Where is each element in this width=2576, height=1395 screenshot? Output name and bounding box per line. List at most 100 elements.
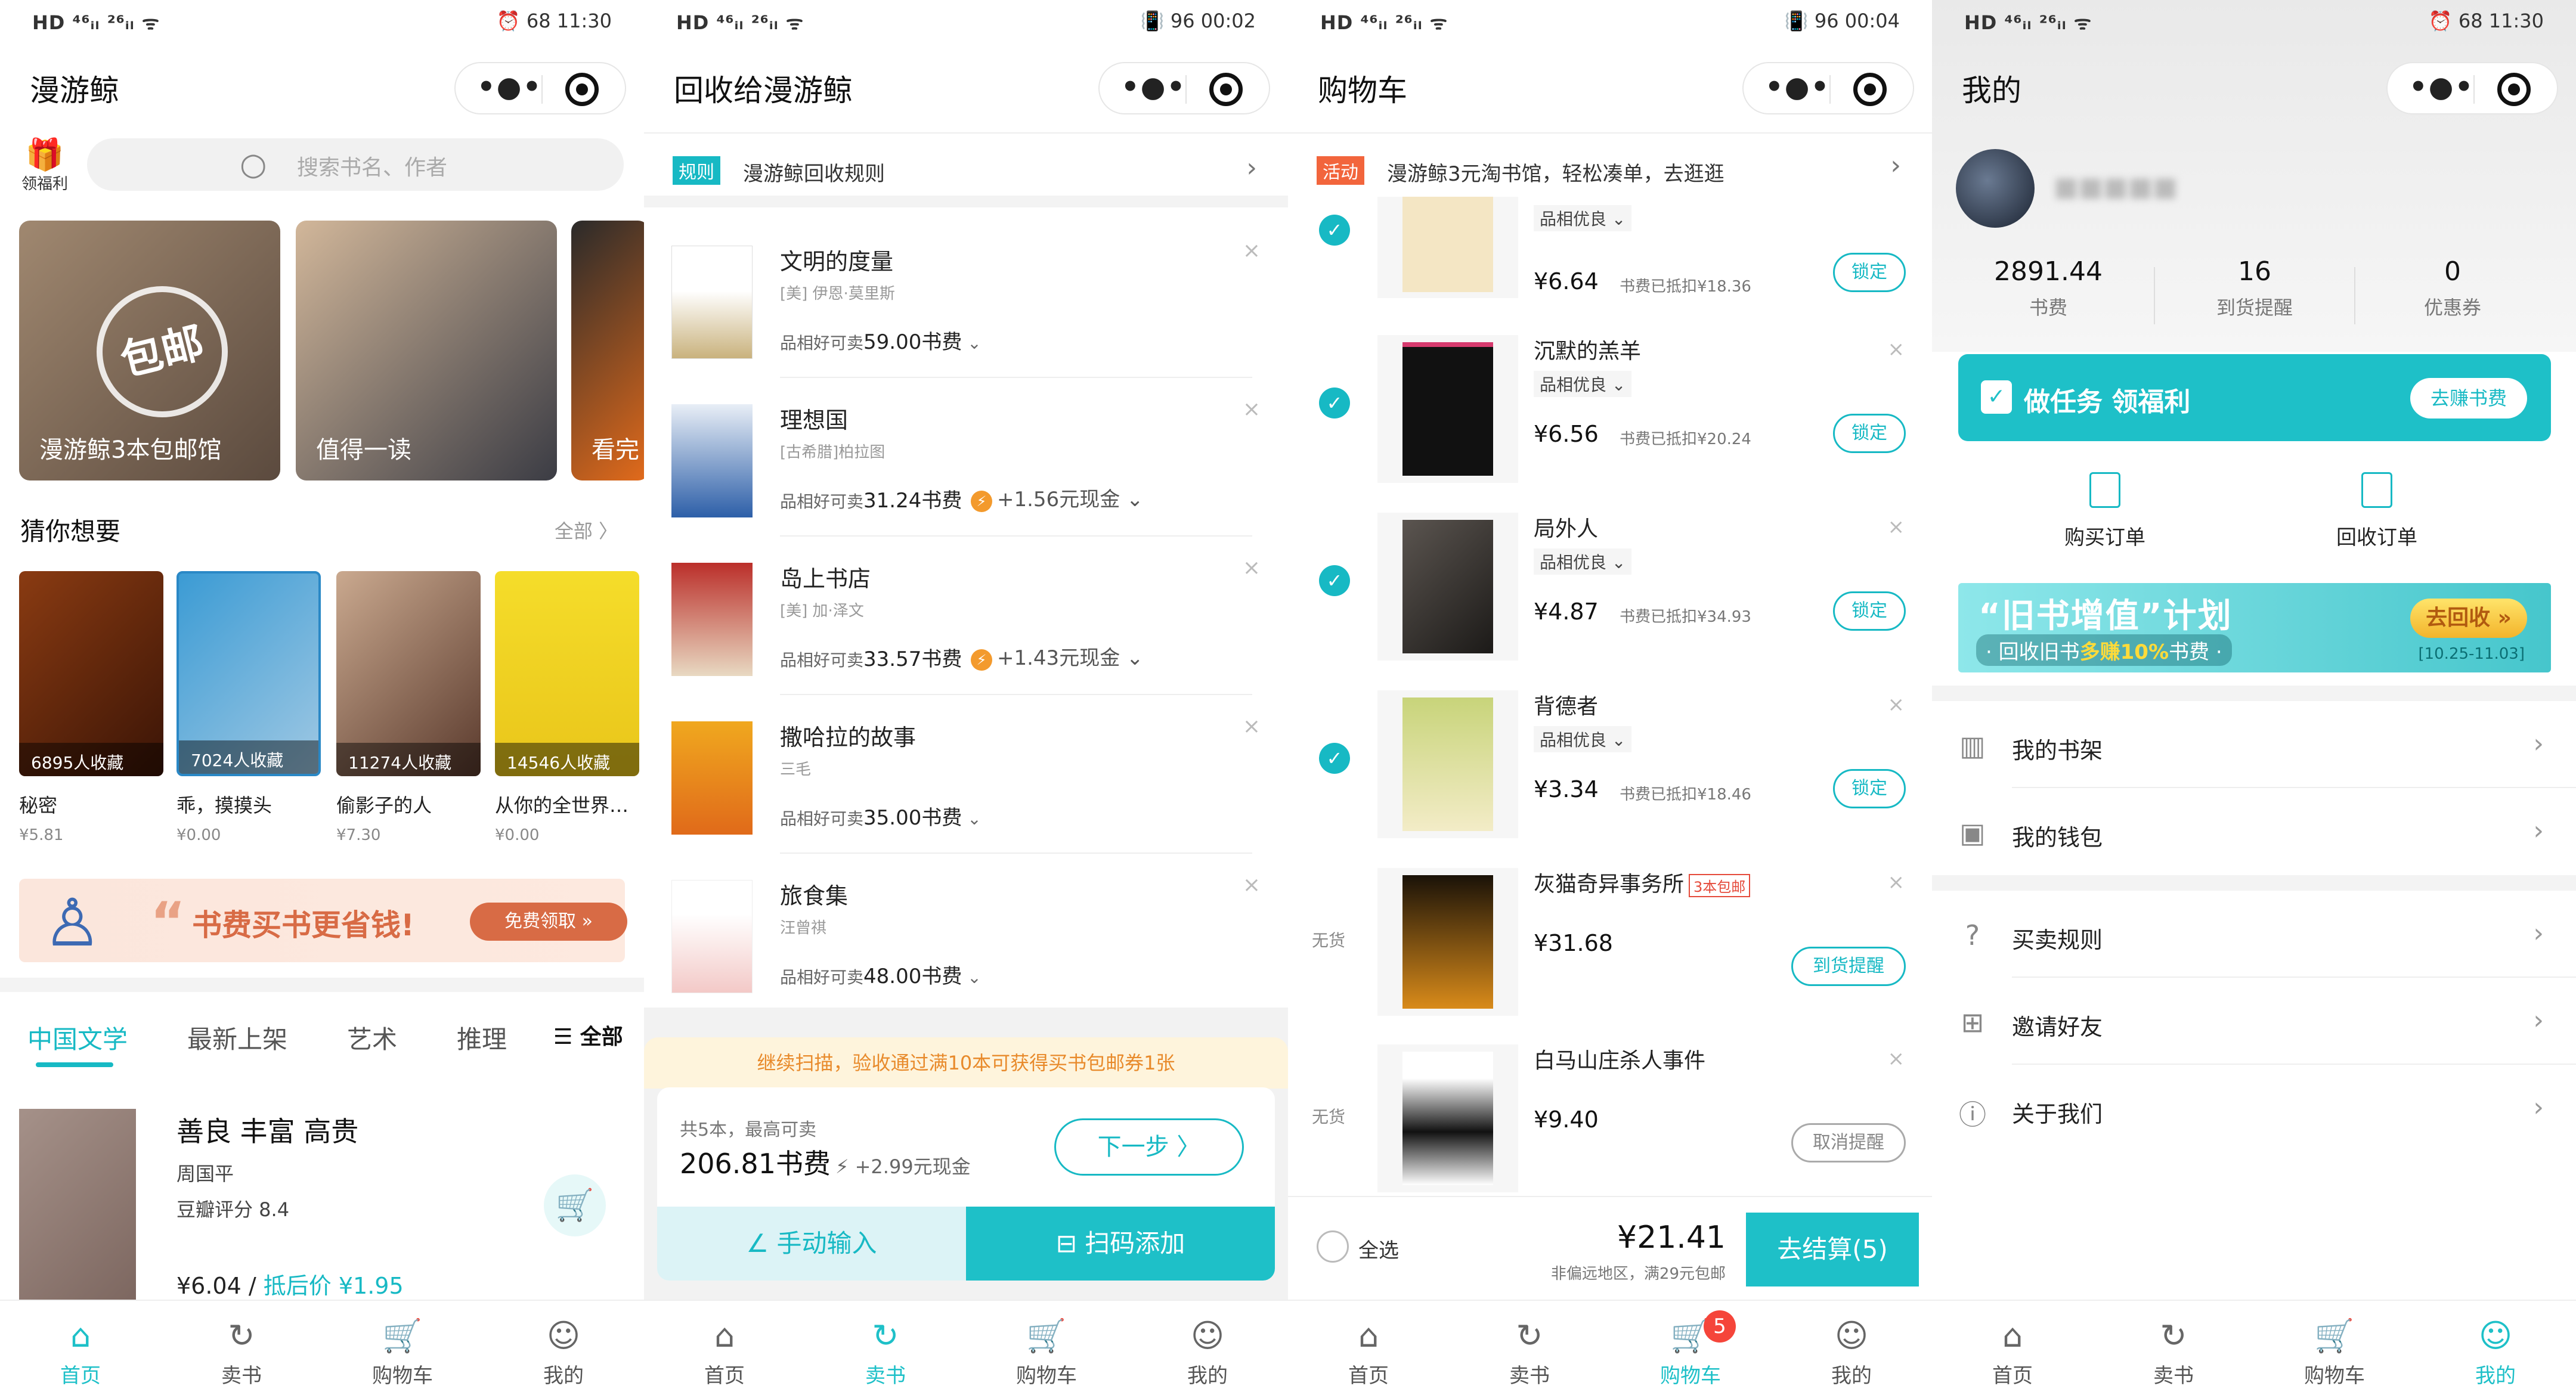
book-card[interactable]: 11274人收藏 偷影子的人 ¥7.30 bbox=[336, 571, 481, 844]
add-to-cart-button[interactable]: 🛒 bbox=[544, 1174, 606, 1236]
more-button[interactable]: •●• bbox=[477, 70, 542, 104]
more-button[interactable]: •●• bbox=[1121, 70, 1186, 104]
tab-cart[interactable]: 🛒 5 购物车 bbox=[1610, 1301, 1771, 1395]
cart-item[interactable]: 无货 白马山庄杀人事件 ¥9.40 取消提醒 × bbox=[1288, 1035, 1932, 1211]
arrival-reminder-button[interactable]: 到货提醒 bbox=[1791, 947, 1906, 986]
tab-home[interactable]: ⌂ 首页 bbox=[644, 1301, 805, 1395]
promo-banner[interactable]: ♙ “ 书费买书更省钱! 免费领取 » bbox=[19, 879, 627, 962]
close-button[interactable] bbox=[565, 73, 599, 106]
tab-home[interactable]: ⌂ 首页 bbox=[1288, 1301, 1449, 1395]
tab-home[interactable]: ⌂ 首页 bbox=[1932, 1301, 2093, 1395]
more-button[interactable]: •●• bbox=[1765, 70, 1830, 104]
rules-bar[interactable]: 规则 漫游鲸回收规则 › bbox=[644, 132, 1288, 207]
book-card[interactable]: 14546人收藏 从你的全世界… ¥0.00 bbox=[495, 571, 639, 844]
avatar[interactable] bbox=[1956, 149, 2035, 228]
condition-select[interactable]: 品相优良 ⌄ bbox=[1534, 548, 1632, 575]
check-icon[interactable]: ✓ bbox=[1319, 743, 1350, 774]
recycle-item[interactable]: 旅食集 汪曾祺 品相好可卖48.00书费 ⌄ × bbox=[644, 854, 1288, 1012]
close-button[interactable] bbox=[1853, 73, 1887, 106]
remove-icon[interactable]: × bbox=[1243, 873, 1261, 897]
menu-wallet[interactable]: ▣ 我的钱包 › bbox=[1932, 788, 2576, 875]
menu-invite-friends[interactable]: ⊞ 邀请好友 › bbox=[1932, 978, 2576, 1065]
stat-book-fee[interactable]: 2891.44 书费 bbox=[1950, 256, 2147, 320]
banner-worth-reading[interactable]: 值得一读 bbox=[296, 221, 557, 480]
scan-add-button[interactable]: ⊟ 扫码添加 bbox=[966, 1207, 1275, 1281]
stat-arrival-reminders[interactable]: 16 到货提醒 bbox=[2156, 256, 2353, 320]
check-icon[interactable]: ✓ bbox=[1319, 565, 1350, 596]
select-all-radio[interactable] bbox=[1317, 1230, 1349, 1263]
book-card[interactable]: 6895人收藏 秘密 ¥5.81 bbox=[19, 571, 163, 844]
lock-button[interactable]: 锁定 bbox=[1833, 591, 1906, 631]
cart-item[interactable]: ✓ 背德者 品相优良 ⌄ ¥3.34 书费已抵扣¥18.46 锁定 × bbox=[1288, 681, 1932, 857]
search-input[interactable]: ○ 搜索书名、作者 bbox=[87, 138, 624, 191]
cart-item[interactable]: 无货 灰猫奇异事务所 3本包邮 ¥31.68 到货提醒 × bbox=[1288, 858, 1932, 1035]
tab-cart[interactable]: 🛒 购物车 bbox=[322, 1301, 483, 1395]
tab-sell[interactable]: ↻ 卖书 bbox=[161, 1301, 322, 1395]
recycle-orders[interactable]: 回收订单 bbox=[2299, 472, 2454, 550]
remove-icon[interactable]: × bbox=[1888, 337, 1905, 361]
tab-cart[interactable]: 🛒 购物车 bbox=[2254, 1301, 2415, 1395]
go-recycle-button[interactable]: 去回收 » bbox=[2410, 599, 2527, 638]
tab-home[interactable]: ⌂ 首页 bbox=[0, 1301, 161, 1395]
remove-icon[interactable]: × bbox=[1888, 515, 1905, 539]
lock-button[interactable]: 锁定 bbox=[1833, 414, 1906, 453]
condition-select[interactable]: 品相优良 ⌄ bbox=[1534, 371, 1632, 397]
tab-sell[interactable]: ↻ 卖书 bbox=[1449, 1301, 1610, 1395]
remove-icon[interactable]: × bbox=[1243, 714, 1261, 739]
tab-sell[interactable]: ↻ 卖书 bbox=[2093, 1301, 2254, 1395]
close-button[interactable] bbox=[2497, 73, 2531, 106]
condition-select[interactable]: 品相优良 ⌄ bbox=[1534, 205, 1632, 231]
remove-icon[interactable]: × bbox=[1243, 556, 1261, 580]
tab-me[interactable]: ☺ 我的 bbox=[483, 1301, 644, 1395]
remove-icon[interactable]: × bbox=[1888, 870, 1905, 894]
featured-book-cover[interactable] bbox=[19, 1109, 136, 1300]
earn-fee-button[interactable]: 去赚书费 bbox=[2410, 378, 2527, 418]
tab-me[interactable]: ☺ 我的 bbox=[1127, 1301, 1288, 1395]
recycle-item[interactable]: 理想国 [古希腊]柏拉图 品相好可卖31.24书费 ⚡ +1.56元现金 ⌄ × bbox=[644, 378, 1288, 537]
close-button[interactable] bbox=[1209, 73, 1243, 106]
featured-book-title[interactable]: 善良 丰富 高贵 bbox=[177, 1110, 358, 1149]
section-all-link[interactable]: 全部 〉 bbox=[555, 516, 618, 544]
promo-claim-button[interactable]: 免费领取 » bbox=[470, 903, 627, 941]
select-all-label[interactable]: 全选 bbox=[1358, 1234, 1399, 1263]
old-book-plan-banner[interactable]: “旧书增值”计划 · 回收旧书多赚10%书费 · 去回收 » [10.25-11… bbox=[1958, 583, 2551, 672]
remove-icon[interactable]: × bbox=[1243, 397, 1261, 421]
check-icon[interactable]: ✓ bbox=[1319, 215, 1350, 246]
recycle-item[interactable]: 撒哈拉的故事 三毛 品相好可卖35.00书费 ⌄ × bbox=[644, 695, 1288, 854]
check-icon[interactable]: ✓ bbox=[1319, 388, 1350, 418]
activity-bar[interactable]: 活动 漫游鲸3元淘书馆，轻松凑单，去逛逛 › bbox=[1288, 132, 1932, 196]
remove-icon[interactable]: × bbox=[1888, 1047, 1905, 1071]
all-categories-button[interactable]: ☰ 全部 bbox=[553, 1019, 623, 1050]
tab-art[interactable]: 艺术 bbox=[347, 1019, 397, 1056]
cart-item[interactable]: ✓ 沉默的羔羊 品相优良 ⌄ ¥6.56 书费已抵扣¥20.24 锁定 × bbox=[1288, 326, 1932, 502]
book-card[interactable]: 7024人收藏 乖，摸摸头 ¥0.00 bbox=[177, 571, 321, 844]
menu-bookshelf[interactable]: ▥ 我的书架 › bbox=[1932, 701, 2576, 788]
condition-select[interactable]: 品相优良 ⌄ bbox=[1534, 726, 1632, 752]
tab-me[interactable]: ☺ 我的 bbox=[1771, 1301, 1932, 1395]
banner-third[interactable]: 看完 bbox=[571, 221, 644, 480]
tab-chinese-literature[interactable]: 中国文学 bbox=[27, 1019, 128, 1056]
gift-button[interactable]: 🎁 领福利 bbox=[18, 138, 72, 194]
cancel-reminder-button[interactable]: 取消提醒 bbox=[1791, 1123, 1906, 1162]
manual-input-button[interactable]: ∠ 手动输入 bbox=[657, 1207, 966, 1281]
lock-button[interactable]: 锁定 bbox=[1833, 253, 1906, 292]
remove-icon[interactable]: × bbox=[1243, 238, 1261, 263]
task-banner[interactable]: ✓ 做任务 领福利 去赚书费 bbox=[1958, 354, 2551, 441]
menu-about-us[interactable]: ⓘ 关于我们 › bbox=[1932, 1065, 2576, 1152]
tab-sell[interactable]: ↻ 卖书 bbox=[805, 1301, 966, 1395]
tab-me[interactable]: ☺ 我的 bbox=[2415, 1301, 2576, 1395]
checkout-button[interactable]: 去结算(5) bbox=[1746, 1213, 1919, 1286]
cart-item[interactable]: ✓ 局外人 品相优良 ⌄ ¥4.87 书费已抵扣¥34.93 锁定 × bbox=[1288, 503, 1932, 680]
more-button[interactable]: •●• bbox=[2409, 70, 2474, 104]
remove-icon[interactable]: × bbox=[1888, 693, 1905, 717]
tab-cart[interactable]: 🛒 购物车 bbox=[966, 1301, 1127, 1395]
stat-coupons[interactable]: 0 优惠券 bbox=[2354, 256, 2551, 320]
menu-trade-rules[interactable]: ? 买卖规则 › bbox=[1932, 891, 2576, 978]
recycle-item[interactable]: 岛上书店 [美] 加·泽文 品相好可卖33.57书费 ⚡ +1.43元现金 ⌄ × bbox=[644, 537, 1288, 695]
lock-button[interactable]: 锁定 bbox=[1833, 769, 1906, 808]
next-step-button[interactable]: 下一步 〉 bbox=[1054, 1118, 1244, 1176]
tab-mystery[interactable]: 推理 bbox=[457, 1019, 507, 1056]
recycle-item[interactable]: 文明的度量 [美] 伊恩·莫里斯 品相好可卖59.00书费 ⌄ × bbox=[644, 219, 1288, 378]
banner-free-shipping[interactable]: 包邮 漫游鲸3本包邮馆 bbox=[19, 221, 280, 480]
purchase-orders[interactable]: 购买订单 bbox=[2027, 472, 2182, 550]
